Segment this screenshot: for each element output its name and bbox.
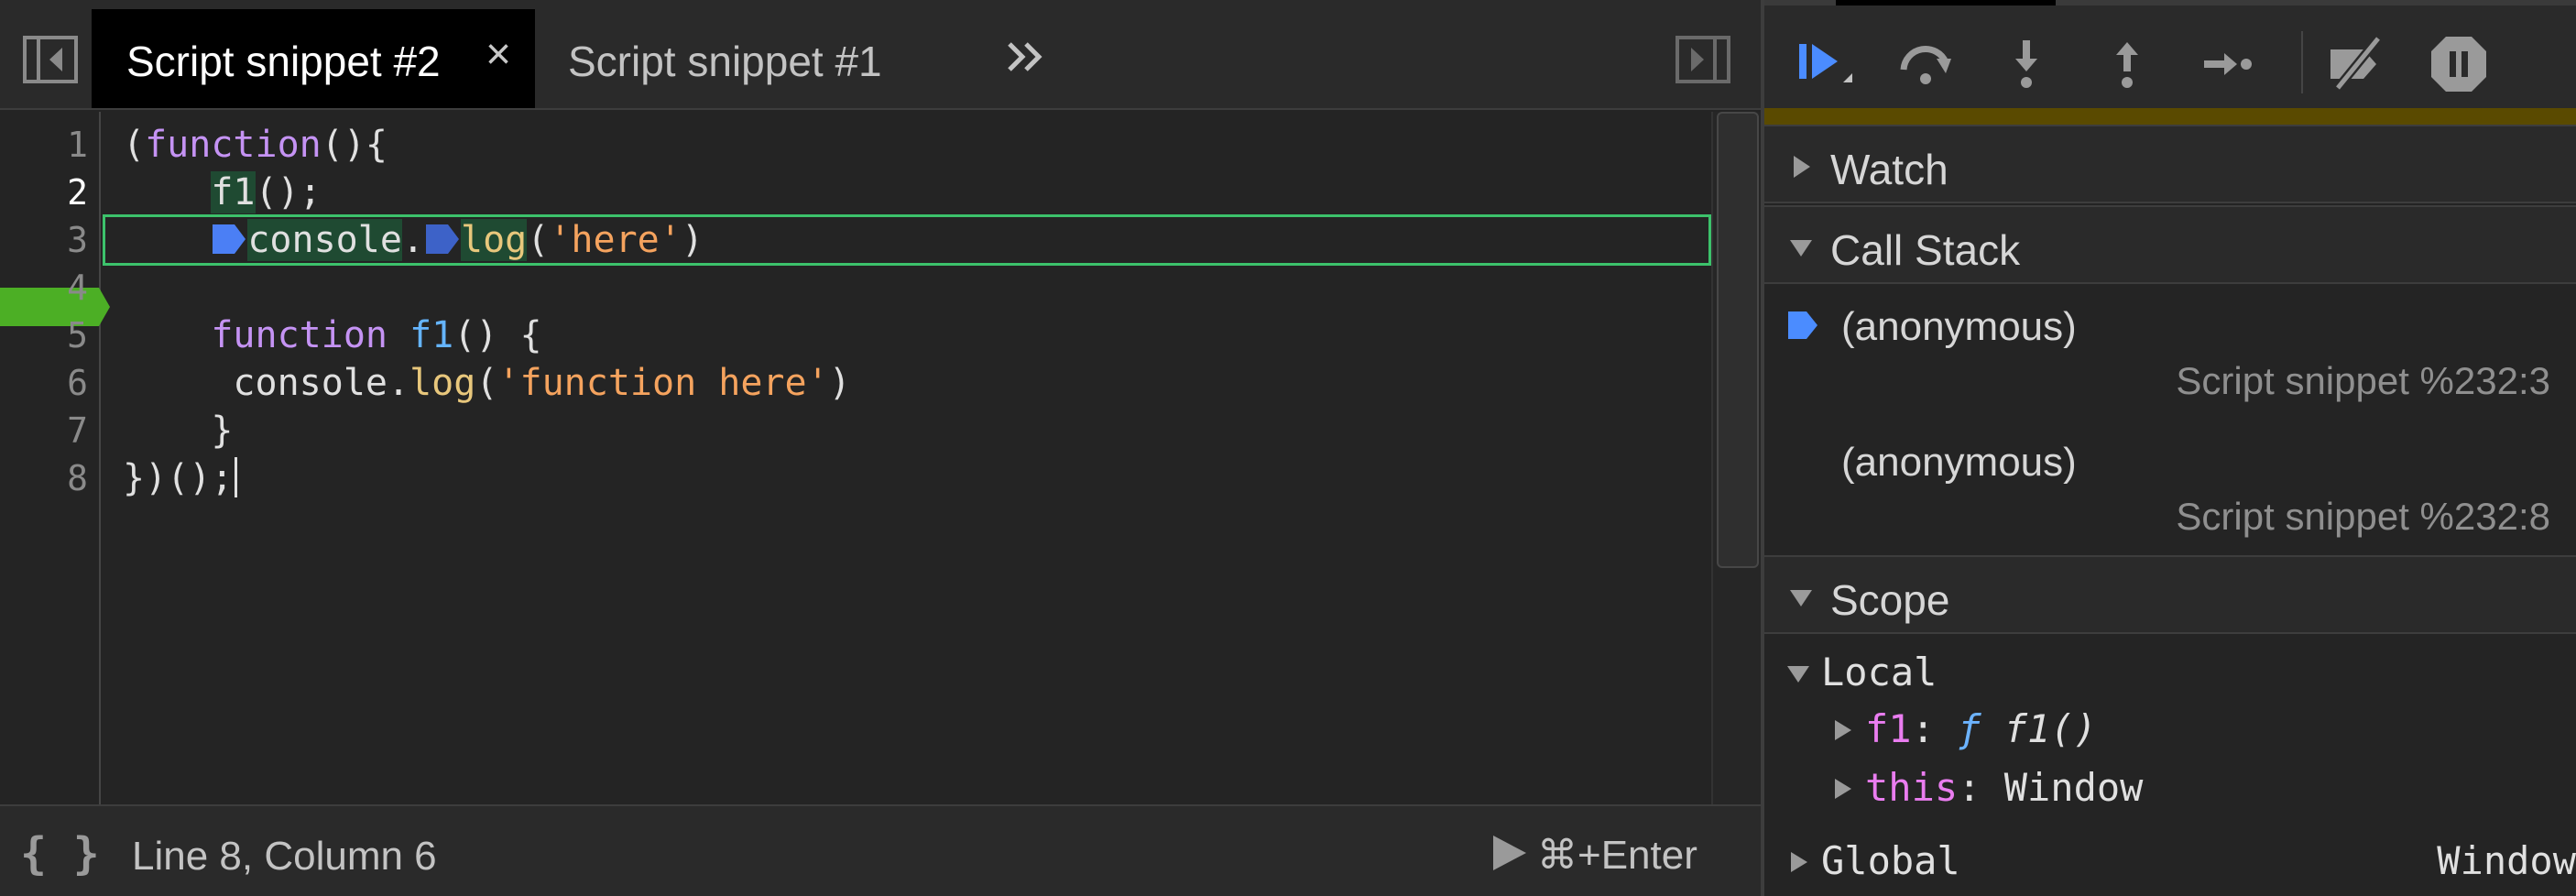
- scope-section-header[interactable]: Scope: [1764, 555, 2576, 634]
- play-icon: [1493, 836, 1526, 870]
- frame-location: Script snippet %232:3: [2176, 359, 2550, 402]
- code-line-5: function f1() {: [211, 314, 542, 356]
- code-editor[interactable]: (function(){ f1(); console. log('here') f…: [103, 112, 1711, 804]
- section-title: Watch: [1830, 146, 1948, 193]
- scope-global-value: Window: [2437, 838, 2576, 883]
- collapse-triangle-icon: [1787, 666, 1809, 683]
- continue-to-location-icon[interactable]: [211, 221, 247, 257]
- paused-indicator-strip: [1764, 108, 2576, 126]
- debugger-toolbar: [1764, 5, 2576, 108]
- toggle-navigator-icon[interactable]: [22, 35, 79, 84]
- expand-triangle-icon: [1794, 156, 1810, 178]
- line-number: 7: [67, 410, 88, 451]
- tab-script-snippet-2[interactable]: Script snippet #2 ×: [92, 9, 535, 108]
- watch-section-header[interactable]: Watch: [1764, 125, 2576, 203]
- scrollbar-thumb[interactable]: [1717, 112, 1759, 568]
- step-icon[interactable]: [2195, 31, 2261, 97]
- run-snippet-button[interactable]: ⌘+Enter: [1491, 832, 1697, 878]
- collapse-triangle-icon: [1790, 590, 1812, 606]
- deactivate-breakpoints-icon[interactable]: [2323, 31, 2389, 97]
- frame-name: (anonymous): [1841, 304, 2077, 349]
- editor-tab-bar: Script snippet #2 × Script snippet #1: [0, 0, 1761, 110]
- editor-scrollbar[interactable]: [1711, 112, 1761, 804]
- line-number: 5: [67, 315, 88, 355]
- double-chevron-right-icon[interactable]: [1002, 29, 1052, 84]
- scope-property-f1[interactable]: f1: ƒ f1(): [1830, 705, 2097, 753]
- expand-triangle-icon: [1791, 852, 1807, 872]
- tab-script-snippet-1[interactable]: Script snippet #1: [568, 37, 882, 86]
- section-title: Scope: [1830, 576, 1950, 624]
- section-title: Call Stack: [1830, 226, 2021, 274]
- continue-to-location-icon[interactable]: [424, 221, 461, 257]
- toggle-debugger-icon[interactable]: [1675, 35, 1731, 84]
- code-line-1: (function(){: [123, 124, 387, 166]
- scope-local-toggle[interactable]: Local: [1786, 649, 1937, 696]
- editor-pane: Script snippet #2 × Script snippet #1 1 …: [0, 0, 1761, 896]
- debugger-sidebar: Watch Call Stack (anonymous) Script snip…: [1761, 0, 2576, 896]
- line-number: 4: [67, 268, 88, 308]
- run-shortcut-label: ⌘+Enter: [1537, 833, 1697, 878]
- call-frame[interactable]: (anonymous) Script snippet %232:8: [1764, 421, 2576, 557]
- line-number-breakpoint: 2: [67, 172, 88, 213]
- toolbar-separator: [2301, 31, 2303, 93]
- code-line-3: console. log('here'): [123, 216, 704, 264]
- frame-location: Script snippet %232:8: [2176, 495, 2550, 538]
- collapse-triangle-icon: [1790, 240, 1812, 257]
- expand-triangle-icon: [1835, 779, 1851, 799]
- pretty-print-button[interactable]: { }: [20, 828, 100, 880]
- text-caret: [235, 457, 238, 497]
- editor-status-bar: { } Line 8, Column 6 ⌘+Enter: [0, 804, 1761, 896]
- call-frame-current[interactable]: (anonymous) Script snippet %232:3: [1764, 286, 2576, 421]
- call-stack-section-header[interactable]: Call Stack: [1764, 205, 2576, 284]
- code-line-7: }: [123, 410, 234, 452]
- line-number-gutter[interactable]: 1 2 3 4 5 6 7 8: [0, 112, 110, 804]
- code-line-8: })();: [123, 454, 238, 502]
- scope-property-this[interactable]: this: Window: [1830, 764, 2143, 812]
- frame-name: (anonymous): [1841, 440, 2077, 485]
- current-frame-arrow-icon: [1788, 311, 1817, 339]
- step-over-icon[interactable]: [1893, 31, 1959, 97]
- step-into-icon[interactable]: [1993, 31, 2059, 97]
- line-number: 3: [67, 220, 88, 260]
- step-out-icon[interactable]: [2094, 31, 2160, 97]
- close-tab-icon[interactable]: ×: [480, 33, 517, 77]
- code-line-6: console.log('function here'): [233, 362, 851, 404]
- code-line-2: f1();: [211, 171, 322, 213]
- scope-global-toggle[interactable]: Global: [1786, 837, 1960, 885]
- tab-label: Script snippet #2: [126, 38, 441, 85]
- line-number: 8: [67, 458, 88, 498]
- cursor-position: Line 8, Column 6: [132, 834, 437, 879]
- line-number: 6: [67, 363, 88, 403]
- pause-on-exceptions-icon[interactable]: [2426, 31, 2492, 97]
- resume-icon[interactable]: [1792, 31, 1858, 97]
- line-number: 1: [67, 125, 88, 165]
- expand-triangle-icon: [1835, 720, 1851, 740]
